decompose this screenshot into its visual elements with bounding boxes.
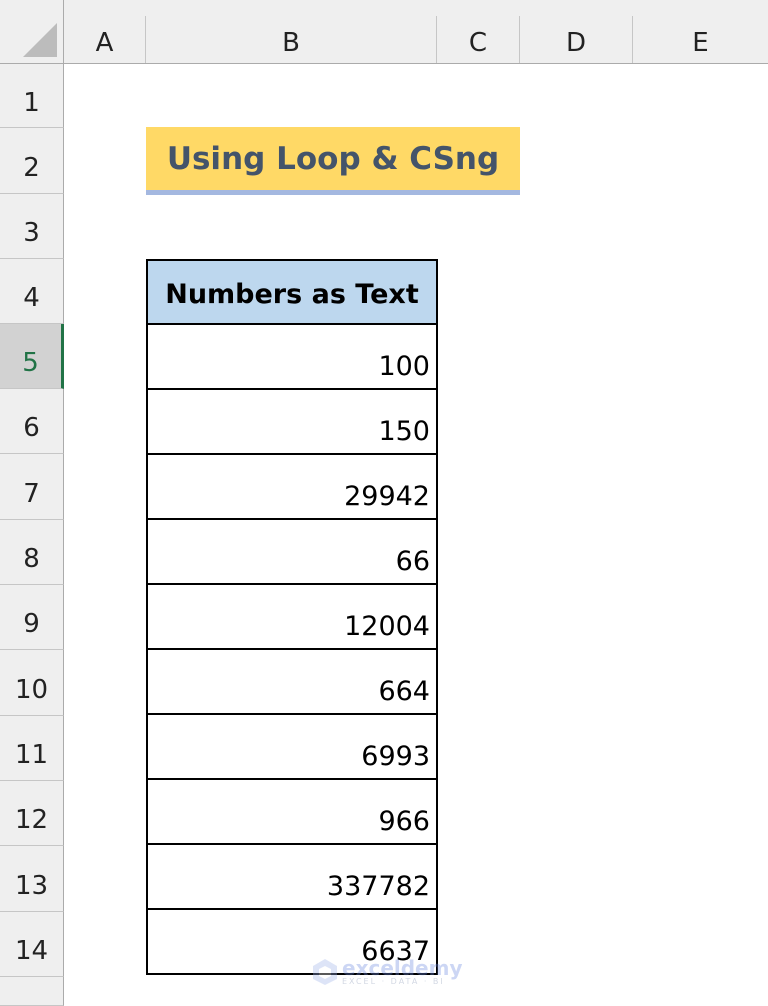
row-header-2[interactable]: 2 [0,128,64,194]
column-header-d[interactable]: D [520,16,633,63]
column-header-e[interactable]: E [633,16,768,63]
row-header-7[interactable]: 7 [0,454,64,520]
row-header-13[interactable]: 13 [0,846,64,912]
row-header-10[interactable]: 10 [0,650,64,716]
table-cell[interactable]: 12004 [148,585,436,650]
select-all-triangle-icon [23,23,57,57]
select-all-button[interactable] [0,0,64,63]
row-header-6[interactable]: 6 [0,389,64,454]
column-header-c[interactable]: C [437,16,520,63]
row-header-14[interactable]: 14 [0,912,64,977]
column-header-b[interactable]: B [146,16,437,63]
table-cell[interactable]: 29942 [148,455,436,520]
table-cell[interactable]: 100 [148,325,436,390]
table-cell[interactable]: 337782 [148,845,436,910]
row-header-15-partial[interactable] [0,977,64,1006]
table-cell[interactable]: 966 [148,780,436,845]
table-header-cell[interactable]: Numbers as Text [148,261,436,325]
row-header-8[interactable]: 8 [0,520,64,585]
row-header-11[interactable]: 11 [0,716,64,781]
table-cell[interactable]: 66 [148,520,436,585]
row-header-4[interactable]: 4 [0,259,64,324]
row-header-5[interactable]: 5 [0,324,64,389]
exceldemy-watermark: exceldemy EXCEL · DATA · BI [312,958,463,986]
watermark-brand: exceldemy [342,956,463,980]
row-header-3[interactable]: 3 [0,194,64,259]
exceldemy-logo-icon [313,959,337,985]
watermark-tagline: EXCEL · DATA · BI [342,977,445,986]
numbers-table: Numbers as Text 100 150 29942 66 12004 6… [146,259,438,975]
table-cell[interactable]: 150 [148,390,436,455]
table-cell[interactable]: 664 [148,650,436,715]
title-cell[interactable]: Using Loop & CSng [146,127,520,195]
row-header-1[interactable]: 1 [0,64,64,128]
column-header-a[interactable]: A [64,16,146,63]
table-cell[interactable]: 6993 [148,715,436,780]
row-header-9[interactable]: 9 [0,585,64,650]
spreadsheet-grid: A B C D E 1 2 3 4 5 6 7 8 9 10 11 12 13 … [0,0,768,1006]
row-header-12[interactable]: 12 [0,781,64,846]
